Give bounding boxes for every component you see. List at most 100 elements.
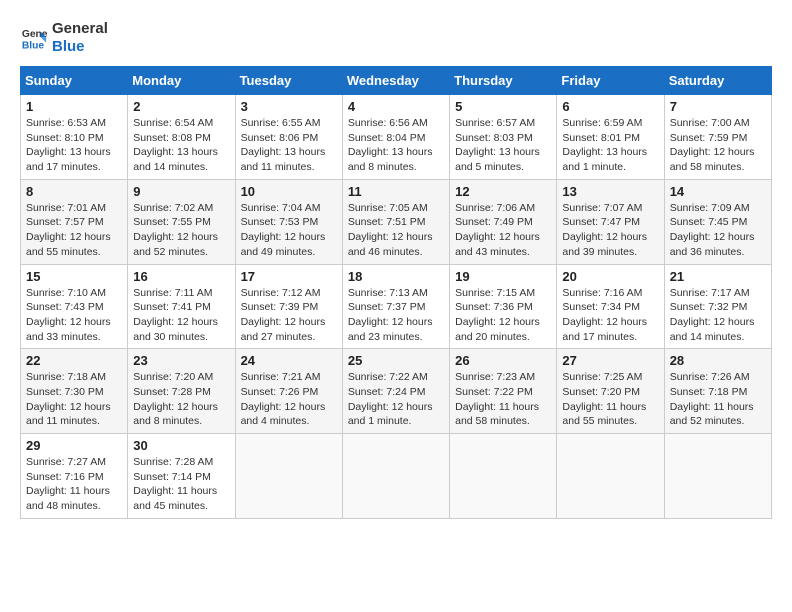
day-number: 18 [348,269,444,284]
calendar-day-cell: 1 Sunrise: 6:53 AM Sunset: 8:10 PM Daylig… [21,95,128,180]
day-number: 25 [348,353,444,368]
day-info: Sunrise: 7:17 AM Sunset: 7:32 PM Dayligh… [670,286,766,345]
day-info: Sunrise: 7:15 AM Sunset: 7:36 PM Dayligh… [455,286,551,345]
day-number: 24 [241,353,337,368]
day-info: Sunrise: 7:02 AM Sunset: 7:55 PM Dayligh… [133,201,229,260]
day-number: 1 [26,99,122,114]
day-info: Sunrise: 7:22 AM Sunset: 7:24 PM Dayligh… [348,370,444,429]
day-info: Sunrise: 7:10 AM Sunset: 7:43 PM Dayligh… [26,286,122,345]
header-saturday: Saturday [664,67,771,95]
day-number: 10 [241,184,337,199]
day-info: Sunrise: 7:00 AM Sunset: 7:59 PM Dayligh… [670,116,766,175]
day-info: Sunrise: 6:53 AM Sunset: 8:10 PM Dayligh… [26,116,122,175]
calendar-day-cell: 28 Sunrise: 7:26 AM Sunset: 7:18 PM Dayli… [664,349,771,434]
day-number: 15 [26,269,122,284]
svg-text:Blue: Blue [22,40,45,51]
calendar-day-cell [450,434,557,519]
day-info: Sunrise: 7:26 AM Sunset: 7:18 PM Dayligh… [670,370,766,429]
calendar-day-cell [664,434,771,519]
calendar-day-cell [557,434,664,519]
calendar-day-cell: 24 Sunrise: 7:21 AM Sunset: 7:26 PM Dayli… [235,349,342,434]
day-info: Sunrise: 7:07 AM Sunset: 7:47 PM Dayligh… [562,201,658,260]
header-wednesday: Wednesday [342,67,449,95]
calendar-week-row: 22 Sunrise: 7:18 AM Sunset: 7:30 PM Dayli… [21,349,772,434]
day-info: Sunrise: 7:11 AM Sunset: 7:41 PM Dayligh… [133,286,229,345]
calendar-day-cell: 10 Sunrise: 7:04 AM Sunset: 7:53 PM Dayli… [235,179,342,264]
calendar-week-row: 15 Sunrise: 7:10 AM Sunset: 7:43 PM Dayli… [21,264,772,349]
calendar-day-cell: 8 Sunrise: 7:01 AM Sunset: 7:57 PM Daylig… [21,179,128,264]
day-number: 29 [26,438,122,453]
logo-text: General Blue [52,20,108,56]
day-number: 11 [348,184,444,199]
day-number: 28 [670,353,766,368]
calendar-day-cell: 29Sunrise: 7:27 AM Sunset: 7:16 PM Dayli… [21,434,128,519]
day-number: 16 [133,269,229,284]
day-number: 19 [455,269,551,284]
calendar-day-cell: 27 Sunrise: 7:25 AM Sunset: 7:20 PM Dayli… [557,349,664,434]
day-number: 20 [562,269,658,284]
day-info: Sunrise: 7:25 AM Sunset: 7:20 PM Dayligh… [562,370,658,429]
day-number: 4 [348,99,444,114]
calendar-day-cell: 16 Sunrise: 7:11 AM Sunset: 7:41 PM Dayli… [128,264,235,349]
day-number: 5 [455,99,551,114]
day-info: Sunrise: 6:56 AM Sunset: 8:04 PM Dayligh… [348,116,444,175]
day-number: 7 [670,99,766,114]
page-header: General Blue General Blue [20,20,772,56]
calendar-day-cell: 4 Sunrise: 6:56 AM Sunset: 8:04 PM Daylig… [342,95,449,180]
day-info: Sunrise: 6:54 AM Sunset: 8:08 PM Dayligh… [133,116,229,175]
calendar-day-cell: 6 Sunrise: 6:59 AM Sunset: 8:01 PM Daylig… [557,95,664,180]
day-number: 23 [133,353,229,368]
calendar-table: Sunday Monday Tuesday Wednesday Thursday… [20,66,772,519]
calendar-day-cell: 20 Sunrise: 7:16 AM Sunset: 7:34 PM Dayli… [557,264,664,349]
day-number: 3 [241,99,337,114]
calendar-header-row: Sunday Monday Tuesday Wednesday Thursday… [21,67,772,95]
day-number: 27 [562,353,658,368]
calendar-day-cell: 25 Sunrise: 7:22 AM Sunset: 7:24 PM Dayli… [342,349,449,434]
day-number: 30 [133,438,229,453]
day-info: Sunrise: 7:16 AM Sunset: 7:34 PM Dayligh… [562,286,658,345]
calendar-day-cell: 7 Sunrise: 7:00 AM Sunset: 7:59 PM Daylig… [664,95,771,180]
calendar-day-cell: 19 Sunrise: 7:15 AM Sunset: 7:36 PM Dayli… [450,264,557,349]
calendar-day-cell: 17Sunrise: 7:12 AM Sunset: 7:39 PM Dayli… [235,264,342,349]
calendar-week-row: 29Sunrise: 7:27 AM Sunset: 7:16 PM Dayli… [21,434,772,519]
day-number: 14 [670,184,766,199]
calendar-day-cell: 26 Sunrise: 7:23 AM Sunset: 7:22 PM Dayli… [450,349,557,434]
day-number: 17 [241,269,337,284]
header-monday: Monday [128,67,235,95]
day-info: Sunrise: 7:18 AM Sunset: 7:30 PM Dayligh… [26,370,122,429]
calendar-day-cell [235,434,342,519]
day-info: Sunrise: 7:04 AM Sunset: 7:53 PM Dayligh… [241,201,337,260]
calendar-day-cell: 12Sunrise: 7:06 AM Sunset: 7:49 PM Dayli… [450,179,557,264]
day-number: 8 [26,184,122,199]
day-info: Sunrise: 7:09 AM Sunset: 7:45 PM Dayligh… [670,201,766,260]
logo: General Blue General Blue [20,20,108,56]
day-number: 2 [133,99,229,114]
calendar-day-cell: 21 Sunrise: 7:17 AM Sunset: 7:32 PM Dayli… [664,264,771,349]
calendar-day-cell: 5Sunrise: 6:57 AM Sunset: 8:03 PM Daylig… [450,95,557,180]
day-number: 21 [670,269,766,284]
logo-icon: General Blue [20,24,48,52]
calendar-day-cell: 30Sunrise: 7:28 AM Sunset: 7:14 PM Dayli… [128,434,235,519]
calendar-day-cell: 14 Sunrise: 7:09 AM Sunset: 7:45 PM Dayli… [664,179,771,264]
day-info: Sunrise: 7:13 AM Sunset: 7:37 PM Dayligh… [348,286,444,345]
day-number: 26 [455,353,551,368]
calendar-day-cell [342,434,449,519]
day-number: 13 [562,184,658,199]
calendar-day-cell: 11 Sunrise: 7:05 AM Sunset: 7:51 PM Dayli… [342,179,449,264]
day-info: Sunrise: 7:01 AM Sunset: 7:57 PM Dayligh… [26,201,122,260]
day-info: Sunrise: 6:55 AM Sunset: 8:06 PM Dayligh… [241,116,337,175]
calendar-day-cell: 9Sunrise: 7:02 AM Sunset: 7:55 PM Daylig… [128,179,235,264]
day-info: Sunrise: 6:59 AM Sunset: 8:01 PM Dayligh… [562,116,658,175]
day-number: 6 [562,99,658,114]
header-thursday: Thursday [450,67,557,95]
day-number: 22 [26,353,122,368]
calendar-day-cell: 15 Sunrise: 7:10 AM Sunset: 7:43 PM Dayli… [21,264,128,349]
day-info: Sunrise: 7:05 AM Sunset: 7:51 PM Dayligh… [348,201,444,260]
day-info: Sunrise: 7:21 AM Sunset: 7:26 PM Dayligh… [241,370,337,429]
calendar-day-cell: 22 Sunrise: 7:18 AM Sunset: 7:30 PM Dayli… [21,349,128,434]
day-info: Sunrise: 7:06 AM Sunset: 7:49 PM Dayligh… [455,201,551,260]
calendar-day-cell: 23 Sunrise: 7:20 AM Sunset: 7:28 PM Dayli… [128,349,235,434]
day-info: Sunrise: 7:20 AM Sunset: 7:28 PM Dayligh… [133,370,229,429]
header-sunday: Sunday [21,67,128,95]
day-info: Sunrise: 7:23 AM Sunset: 7:22 PM Dayligh… [455,370,551,429]
